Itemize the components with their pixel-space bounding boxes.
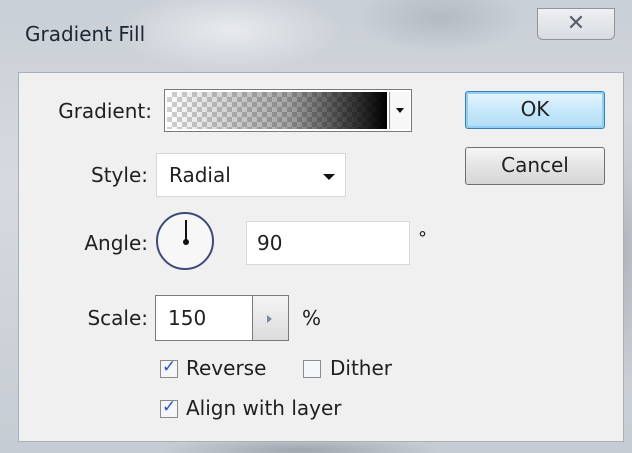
angle-dial[interactable] (156, 212, 214, 270)
gradient-preview[interactable] (167, 92, 387, 129)
scale-label: Scale: (87, 306, 148, 330)
scale-input[interactable]: 150 (155, 295, 253, 341)
style-label: Style: (91, 163, 148, 187)
angle-hub (183, 239, 189, 245)
degree-symbol: ° (418, 228, 427, 249)
close-button[interactable]: ✕ (537, 8, 615, 40)
align-with-layer-checkbox[interactable] (160, 397, 178, 418)
window-title: Gradient Fill (25, 22, 146, 46)
reverse-label: Reverse (186, 356, 267, 380)
dropdown-caret-icon (323, 174, 335, 180)
close-icon: ✕ (566, 11, 586, 36)
align-with-layer-label: Align with layer (186, 396, 342, 420)
gradient-picker[interactable] (164, 89, 412, 132)
gradient-label: Gradient: (58, 99, 152, 123)
dialog-window: Gradient Fill ✕ Gradient: Style: Radial … (0, 0, 632, 453)
dither-checkbox[interactable] (303, 360, 321, 378)
style-selected-value: Radial (169, 163, 231, 187)
chevron-down-icon[interactable] (389, 92, 410, 129)
ok-button[interactable]: OK (465, 91, 605, 129)
scale-value: 150 (168, 306, 207, 330)
angle-input[interactable]: 90 (246, 221, 410, 265)
angle-label: Angle: (84, 231, 148, 255)
dither-label: Dither (330, 356, 393, 380)
cancel-button[interactable]: Cancel (465, 147, 605, 185)
percent-symbol: % (302, 306, 322, 330)
reverse-checkbox[interactable] (160, 357, 178, 378)
style-select[interactable]: Radial (156, 153, 346, 197)
scale-slider-button[interactable] (253, 295, 289, 341)
angle-value: 90 (257, 231, 283, 255)
